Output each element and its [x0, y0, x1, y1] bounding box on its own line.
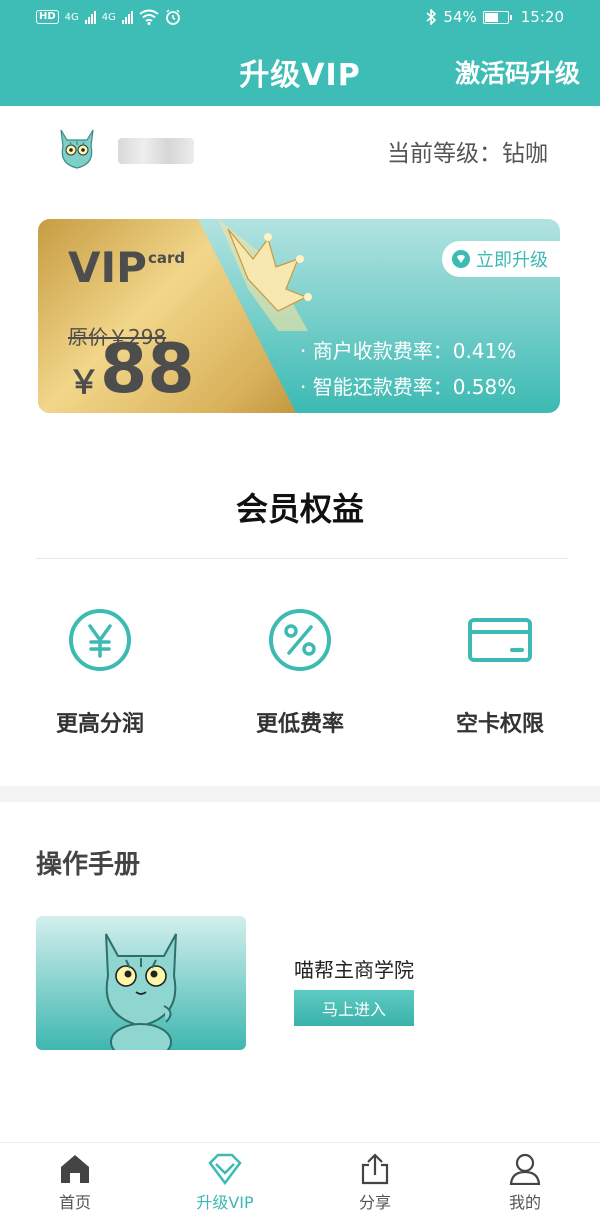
yen-circle-icon — [69, 609, 131, 671]
status-left: HD 4G 4G — [36, 9, 181, 25]
alarm-icon — [166, 9, 180, 25]
tab-share[interactable]: 分享 — [300, 1153, 450, 1213]
tab-label: 分享 — [358, 1193, 391, 1212]
manual-title: 操作手册 — [36, 850, 141, 880]
share-icon — [361, 1153, 389, 1185]
benefits-title: 会员权益 — [235, 490, 364, 528]
cat-avatar[interactable] — [55, 124, 99, 172]
network-type-1: 4G — [64, 11, 79, 23]
battery-icon — [482, 10, 512, 24]
battery-percent: 54% — [443, 8, 477, 26]
bottom-tab-bar: 首页 升级VIP 分享 我的 — [0, 1142, 600, 1224]
vip-card[interactable]: VIP card 原价￥298 ￥88 立即升级 · 商户收款费率：0.41% … — [38, 219, 560, 413]
upgrade-now-button[interactable]: 立即升级 — [442, 241, 560, 277]
benefit-empty-card[interactable]: 空卡权限 — [410, 608, 590, 738]
academy-name: 喵帮主商学院 — [294, 958, 414, 982]
divider — [36, 558, 568, 559]
blurred-username — [118, 138, 194, 164]
user-icon — [509, 1153, 541, 1185]
current-level: 当前等级：钻咖 — [387, 141, 548, 167]
status-right: 54% 15:20 — [425, 8, 564, 26]
benefit-label: 更低费率 — [255, 712, 344, 737]
merchant-rate: · 商户收款费率：0.41% — [300, 339, 517, 363]
signal-icon-2 — [121, 10, 133, 24]
section-separator — [0, 786, 600, 802]
upgrade-now-label: 立即升级 — [476, 250, 548, 271]
clock: 15:20 — [520, 8, 564, 26]
benefit-higher-profit[interactable]: 更高分润 — [10, 608, 190, 738]
academy-thumbnail[interactable] — [36, 916, 246, 1050]
user-info-row: 当前等级：钻咖 — [0, 106, 600, 196]
hd-badge: HD — [36, 10, 59, 24]
network-type-2: 4G — [101, 11, 116, 23]
home-icon — [61, 1155, 89, 1183]
top-bar: HD 4G 4G 54% 15:20 升级VIP 激活码升级 — [0, 0, 600, 106]
cat-mascot-image — [105, 933, 177, 1050]
price: ￥88 — [68, 336, 195, 404]
crown-icon — [218, 219, 312, 331]
tab-label: 升级VIP — [196, 1193, 254, 1212]
tab-home[interactable]: 首页 — [0, 1153, 150, 1213]
vip-logo: VIP — [68, 243, 147, 292]
vip-logo-sub: card — [148, 249, 186, 267]
diamond-icon — [208, 1153, 242, 1185]
bluetooth-icon — [426, 9, 437, 25]
tab-upgrade-vip[interactable]: 升级VIP — [150, 1153, 300, 1213]
percent-circle-icon — [269, 609, 331, 671]
benefit-label: 空卡权限 — [455, 712, 544, 737]
enter-now-button[interactable]: 马上进入 — [294, 990, 414, 1026]
tab-label: 我的 — [508, 1193, 541, 1212]
activation-code-upgrade-link[interactable]: 激活码升级 — [455, 54, 580, 90]
tab-label: 首页 — [58, 1193, 91, 1212]
price-value: 88 — [100, 330, 195, 409]
card-icon — [468, 618, 532, 662]
wifi-icon — [139, 9, 159, 25]
signal-icon — [84, 10, 96, 24]
price-currency: ￥ — [68, 363, 101, 401]
status-bar: HD 4G 4G 54% 15:20 — [0, 0, 600, 36]
benefit-label: 更高分润 — [55, 712, 144, 737]
repayment-rate: · 智能还款费率：0.58% — [300, 375, 517, 399]
diamond-badge-icon — [452, 250, 470, 268]
tab-mine[interactable]: 我的 — [450, 1153, 600, 1213]
benefit-lower-rate[interactable]: 更低费率 — [210, 608, 390, 738]
